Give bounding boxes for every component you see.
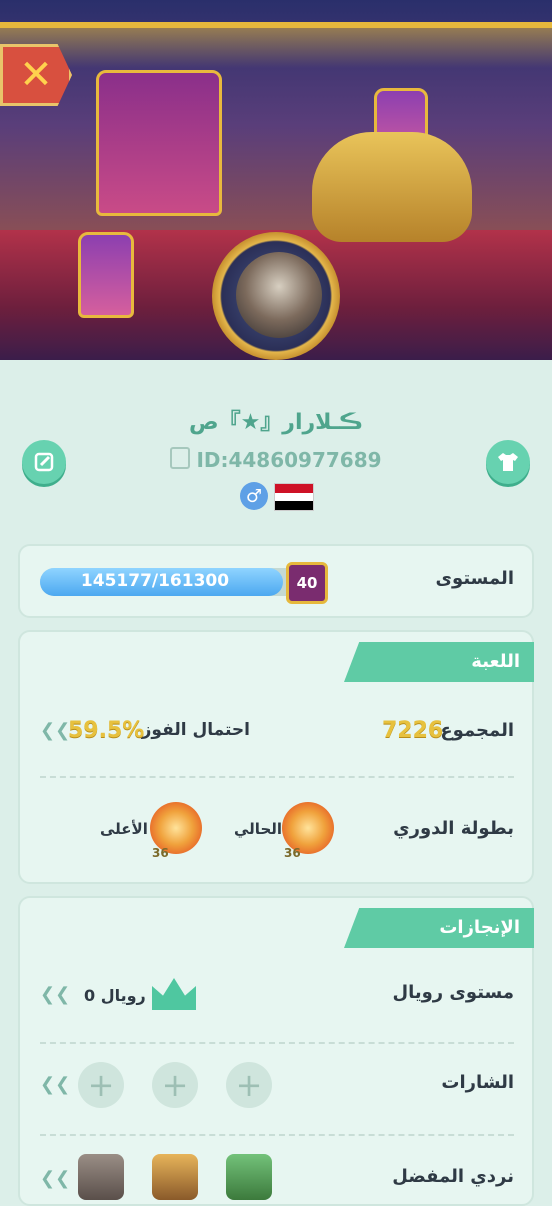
favorite-dice-label: نردي المفضل — [392, 1166, 514, 1187]
edit-icon — [34, 452, 54, 472]
highest-league-label: الأعلى — [100, 820, 148, 838]
dice-item-icon[interactable] — [78, 1154, 124, 1200]
dice-item-icon[interactable] — [226, 1154, 272, 1200]
game-stats-card: اللعبة المجموع 7226 احتمال الفوز 59.5% ❮… — [18, 630, 534, 884]
divider — [40, 776, 514, 778]
level-progress-text: 145177/161300 — [80, 571, 230, 591]
divider — [40, 1134, 514, 1136]
total-games-label: المجموع — [440, 720, 514, 741]
game-details-arrow-icon[interactable]: ❮❮ — [40, 720, 70, 741]
royal-arrow-icon[interactable]: ❮❮ — [40, 984, 70, 1005]
divider — [40, 1042, 514, 1044]
lantern-decoration — [78, 232, 134, 318]
banner-arch — [0, 22, 552, 68]
royal-level-label: مستوى رويال — [392, 982, 514, 1003]
avatar[interactable] — [236, 252, 322, 338]
profile-banner — [0, 0, 552, 360]
medal-level: 36 — [284, 846, 301, 860]
add-badge-icon[interactable]: + — [78, 1062, 124, 1108]
copy-icon[interactable] — [170, 447, 191, 469]
medal-level: 36 — [152, 846, 169, 860]
current-league-label: الحالي — [234, 820, 283, 838]
level-progress-bar: 145177/161300 — [40, 568, 310, 596]
player-name: ڪـﻼرار『★』ص — [188, 410, 364, 435]
male-gender-icon: ♂ — [240, 482, 268, 510]
level-label: المستوى — [435, 568, 514, 589]
favorite-dice-arrow-icon[interactable]: ❮❮ — [40, 1168, 70, 1189]
level-badge: 40 — [286, 562, 328, 604]
win-rate-value: 59.5% — [68, 718, 145, 743]
royal-level-value: رويال 0 — [84, 986, 146, 1005]
badges-arrow-icon[interactable]: ❮❮ — [40, 1074, 70, 1095]
game-section-title: اللعبة — [344, 642, 534, 682]
shirt-icon — [498, 453, 518, 471]
dice-item-icon[interactable] — [152, 1154, 198, 1200]
badges-label: الشارات — [441, 1072, 514, 1093]
league-label: بطولة الدوري — [393, 818, 514, 839]
achievements-card: الإنجازات مستوى رويال رويال 0 ❮❮ الشارات… — [18, 896, 534, 1206]
outfit-button[interactable] — [486, 440, 530, 484]
add-badge-icon[interactable]: + — [152, 1062, 198, 1108]
iraq-flag-icon — [274, 483, 314, 511]
add-badge-icon[interactable]: + — [226, 1062, 272, 1108]
close-button[interactable]: ✕ — [0, 44, 72, 106]
win-rate-label: احتمال الفوز — [141, 720, 250, 740]
highest-league-medal-icon: 36 — [150, 802, 202, 860]
lantern-decoration — [96, 70, 222, 216]
edit-profile-button[interactable] — [22, 440, 66, 484]
achievements-section-title: الإنجازات — [344, 908, 534, 948]
total-games-value: 7226 — [382, 718, 444, 743]
teapot-decoration — [312, 132, 472, 242]
level-card: المستوى 145177/161300 40 — [18, 544, 534, 618]
player-id-text: ID:44860977689 — [196, 448, 382, 472]
player-id[interactable]: ID:44860977689 — [0, 447, 552, 472]
current-league-medal-icon: 36 — [282, 802, 334, 860]
